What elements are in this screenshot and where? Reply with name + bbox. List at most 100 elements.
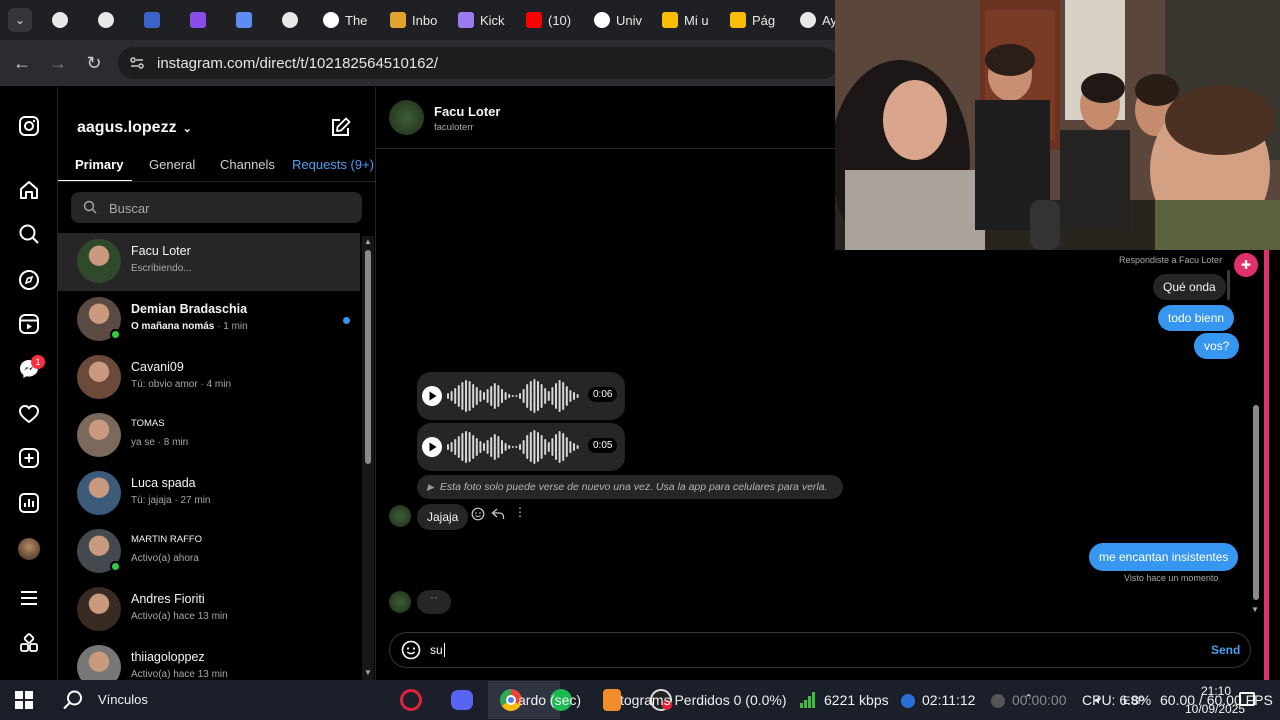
- clock-date[interactable]: 10/09/2025: [1185, 702, 1245, 716]
- browser-tab[interactable]: [98, 8, 120, 32]
- s-app-icon: [190, 12, 206, 28]
- message-composer[interactable]: [389, 632, 1251, 668]
- quoted-message-bubble[interactable]: Qué onda: [1153, 274, 1226, 300]
- discord-icon[interactable]: [451, 690, 473, 710]
- browser-tab[interactable]: Inbo: [390, 8, 437, 32]
- tray-chevron-icon[interactable]: ⌃: [1024, 692, 1033, 705]
- taskbar-search-icon[interactable]: [62, 689, 84, 716]
- search-box[interactable]: Buscar: [71, 192, 362, 223]
- conversation-row[interactable]: MARTIN RAFFO Activo(a) ahora: [58, 523, 360, 581]
- reply-indicator-bar: [1227, 270, 1230, 300]
- voice-note[interactable]: 0:06: [417, 372, 625, 420]
- browser-tab[interactable]: (10): [526, 8, 571, 32]
- play-icon[interactable]: [422, 386, 442, 406]
- threads-apps-icon[interactable]: [18, 632, 40, 654]
- browser-tab[interactable]: [236, 8, 258, 32]
- home-icon[interactable]: [18, 179, 40, 201]
- browser-tab[interactable]: [52, 8, 74, 32]
- avatar: [77, 413, 121, 457]
- volume-icon[interactable]: 🔈︎: [1095, 692, 1103, 708]
- waveform-bar: [562, 382, 565, 410]
- more-options-icon[interactable]: ⋮: [514, 505, 526, 519]
- tab-primary[interactable]: Primary: [75, 157, 123, 172]
- conversation-preview: Escribiendo...: [131, 263, 192, 274]
- explore-icon[interactable]: [18, 269, 40, 291]
- view-once-photo-notice[interactable]: ▶ Esta foto solo puede verse de nuevo un…: [417, 475, 843, 499]
- waveform-bar: [555, 434, 557, 460]
- browser-tab[interactable]: Pág: [730, 8, 775, 32]
- browser-tab[interactable]: Mi u: [662, 8, 709, 32]
- conversation-row[interactable]: Facu Loter Escribiendo...: [58, 233, 360, 291]
- contact-avatar[interactable]: [389, 100, 424, 135]
- reels-icon[interactable]: [18, 313, 40, 335]
- scrollbar-thumb[interactable]: [1253, 405, 1259, 600]
- waveform-bar: [526, 435, 529, 459]
- notifications-heart-icon[interactable]: [18, 403, 40, 425]
- conversation-row[interactable]: Luca spada Tú: jajaja · 27 min: [58, 465, 360, 523]
- account-username: aagus.lopezz: [77, 119, 177, 136]
- search-icon[interactable]: [18, 223, 40, 245]
- waveform-bar: [497, 385, 500, 407]
- instagram-logo-icon[interactable]: [18, 115, 40, 137]
- tab-general[interactable]: General: [149, 157, 195, 172]
- voice-note[interactable]: 0:05: [417, 423, 625, 471]
- language-indicator[interactable]: ESP: [1123, 695, 1145, 707]
- waveform-bar: [490, 386, 493, 406]
- browser-tab[interactable]: [282, 8, 304, 32]
- site-settings-icon[interactable]: [128, 54, 146, 72]
- contact-name[interactable]: Facu Loter: [434, 104, 500, 119]
- fl-studio-icon[interactable]: [603, 689, 621, 711]
- browser-tab[interactable]: [190, 8, 212, 32]
- conversation-row[interactable]: Cavani09 Tú: obvio amor · 4 min: [58, 349, 360, 407]
- send-button[interactable]: Send: [1211, 643, 1240, 657]
- tab-list-dropdown-button[interactable]: ⌄: [8, 8, 32, 32]
- outgoing-message[interactable]: vos?: [1194, 333, 1240, 359]
- forward-button[interactable]: →: [47, 52, 69, 74]
- profile-avatar[interactable]: [18, 538, 40, 560]
- scroll-down-arrow[interactable]: ▼: [1251, 605, 1259, 614]
- opera-icon[interactable]: [400, 689, 422, 711]
- play-small-icon: ▶: [427, 481, 434, 492]
- conversation-row[interactable]: Demian Bradaschia O mañana nomás · 1 min: [58, 291, 360, 349]
- waveform-bar: [511, 446, 514, 448]
- browser-tab[interactable]: Kick: [458, 8, 505, 32]
- outgoing-message[interactable]: me encantan insistentes: [1089, 543, 1239, 571]
- inbox-scrollbar[interactable]: ▲ ▼: [362, 236, 374, 680]
- message-input[interactable]: su: [430, 643, 445, 657]
- reply-arrow-icon[interactable]: [491, 507, 505, 526]
- waveform-bar: [479, 390, 482, 402]
- url-text[interactable]: instagram.com/direct/t/102182564510162/: [157, 55, 438, 72]
- browser-tab[interactable]: The: [323, 8, 367, 32]
- windows-start-icon[interactable]: [15, 691, 33, 714]
- conversation-row[interactable]: TOMAS ya se · 8 min: [58, 407, 360, 465]
- new-message-icon[interactable]: [330, 116, 352, 138]
- back-button[interactable]: ←: [11, 52, 33, 74]
- tab-requests[interactable]: Requests (9+): [292, 157, 374, 172]
- conversation-row[interactable]: Andres Fioriti Activo(a) hace 13 min: [58, 581, 360, 639]
- taskbar-search-label[interactable]: Vínculos: [98, 692, 148, 707]
- clock-time[interactable]: 21:10: [1201, 684, 1231, 698]
- account-switcher[interactable]: aagus.lopezz ⌄: [77, 119, 192, 137]
- reload-button[interactable]: ↻: [83, 52, 105, 74]
- create-icon[interactable]: [18, 447, 40, 469]
- chat-scrollbar[interactable]: ▼: [1250, 250, 1262, 620]
- browser-tab[interactable]: [144, 8, 166, 32]
- incoming-message[interactable]: Jajaja: [417, 504, 469, 530]
- browser-tab[interactable]: Ay: [800, 8, 837, 32]
- mail-icon: [390, 12, 406, 28]
- emoji-picker-icon[interactable]: [401, 640, 421, 665]
- dashboard-icon[interactable]: [18, 492, 40, 514]
- browser-tab[interactable]: Univ: [594, 8, 642, 32]
- more-menu-icon[interactable]: [18, 587, 40, 609]
- scroll-up-arrow[interactable]: ▲: [364, 237, 372, 246]
- notification-center-icon[interactable]: [1239, 692, 1255, 706]
- tab-channels[interactable]: Channels: [220, 157, 275, 172]
- outgoing-message[interactable]: todo bienn: [1158, 305, 1235, 331]
- scroll-down-arrow[interactable]: ▼: [364, 668, 372, 677]
- react-emoji-icon[interactable]: [471, 507, 485, 526]
- waveform-bar: [547, 442, 550, 452]
- scrollbar-thumb[interactable]: [365, 250, 371, 464]
- conversation-preview: Activo(a) hace 13 min: [131, 611, 228, 622]
- play-icon[interactable]: [422, 437, 442, 457]
- waveform-bar: [511, 395, 514, 397]
